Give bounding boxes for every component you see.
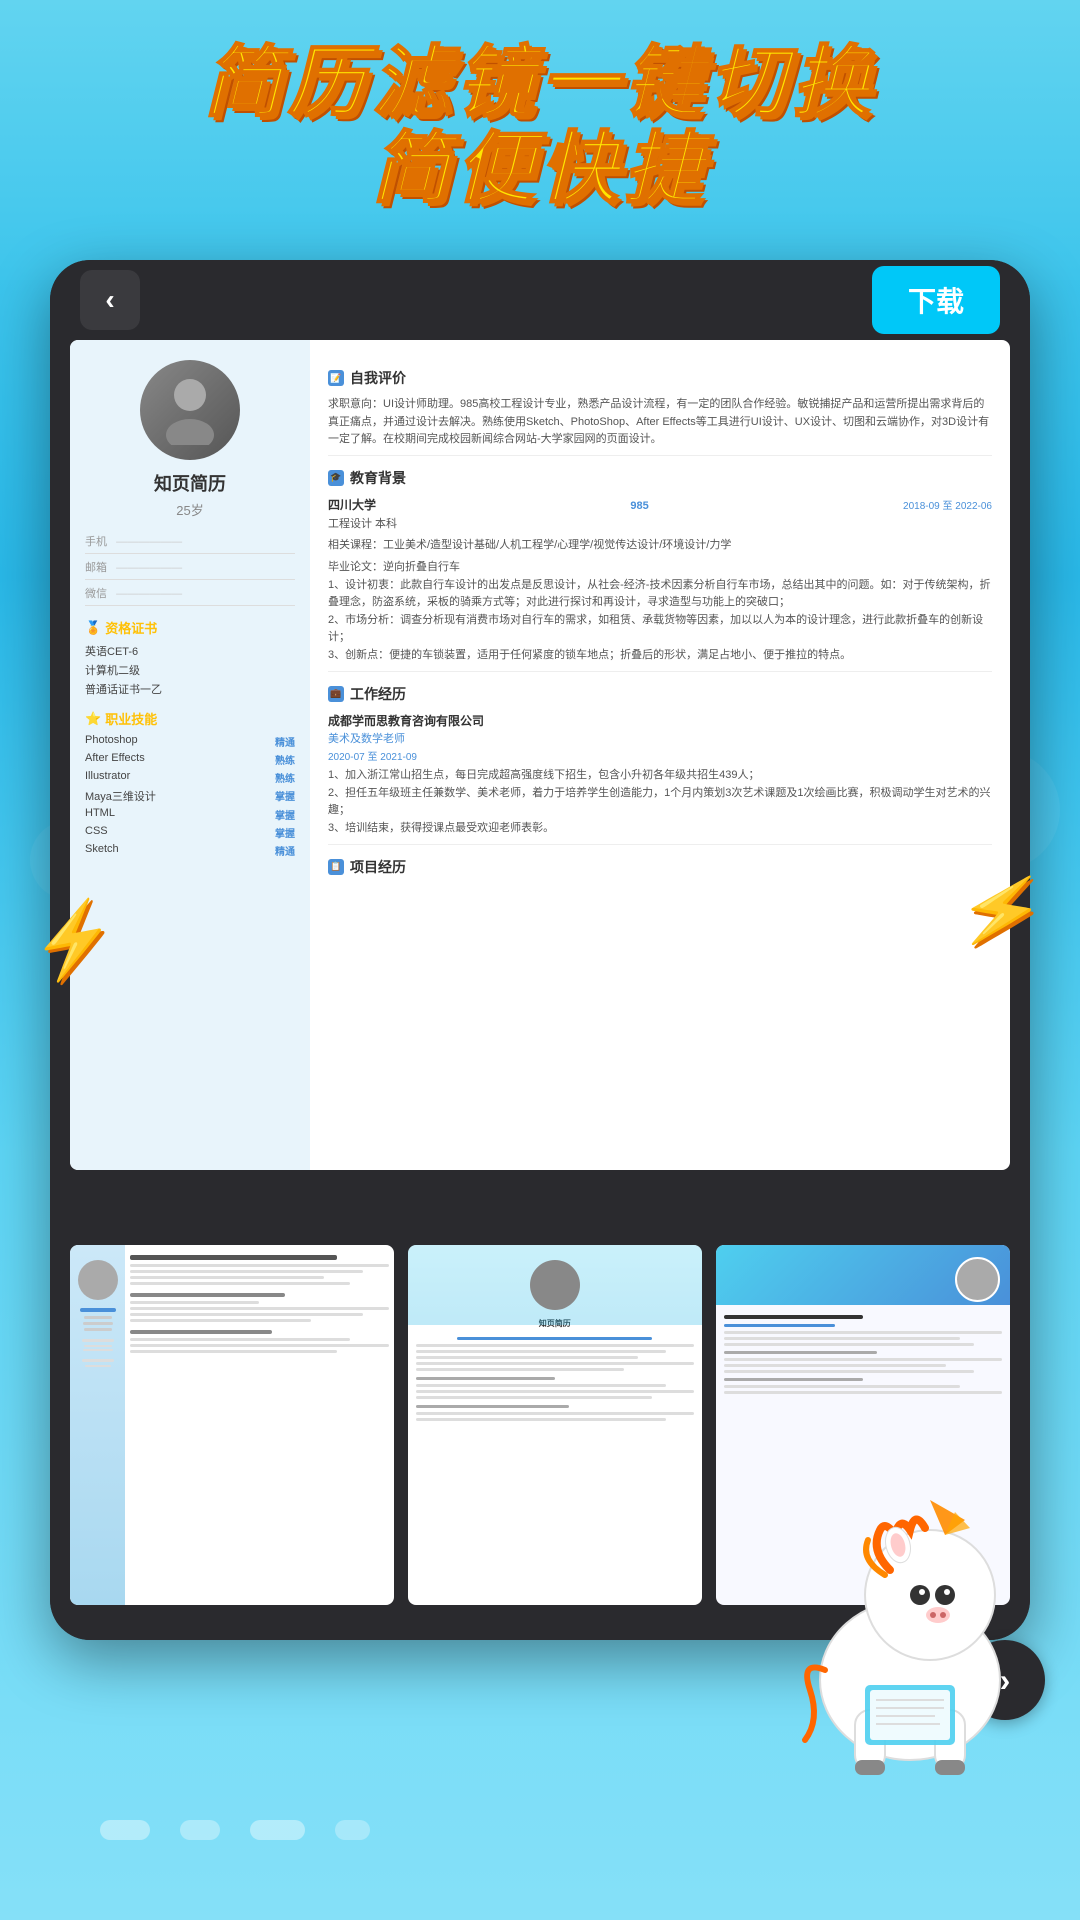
project-header: 📋 项目经历 bbox=[328, 857, 992, 877]
skills-title: ⭐ 职业技能 bbox=[85, 709, 295, 728]
work-header: 💼 工作经历 bbox=[328, 684, 992, 704]
contact-wechat: 微信 —————— bbox=[85, 585, 295, 606]
resume-name: 知页简历 bbox=[85, 470, 295, 496]
contact-email: 邮箱 —————— bbox=[85, 559, 295, 580]
edu-school-row: 四川大学 985 2018-09 至 2022-06 bbox=[328, 496, 992, 513]
bottom-dots bbox=[100, 1820, 370, 1840]
edu-date: 2018-09 至 2022-06 bbox=[903, 497, 992, 512]
thumb-1-content bbox=[130, 1255, 389, 1356]
skill-sketch: Sketch 精通 bbox=[85, 843, 295, 858]
thumb-2[interactable]: 知页简历 bbox=[408, 1245, 702, 1605]
header-area: 简历滤镜一键切换 简便快捷 bbox=[0, 40, 1080, 212]
skill-illustrator: Illustrator 熟练 bbox=[85, 770, 295, 785]
edu-icon: 🎓 bbox=[328, 470, 344, 486]
resume-age: 25岁 bbox=[85, 500, 295, 519]
degree: 工程设计 本科 bbox=[328, 516, 992, 534]
trophy-icon: 🏅 bbox=[85, 620, 101, 636]
thumb-1-sidebar bbox=[70, 1245, 125, 1605]
header-line2: 简便快捷 bbox=[0, 126, 1080, 212]
lightning-right: ⚡ bbox=[951, 863, 1051, 959]
cert-2: 计算机二级 bbox=[85, 662, 295, 678]
edu-title: 教育背景 bbox=[350, 468, 406, 488]
project-title: 项目经历 bbox=[350, 857, 406, 877]
company-name: 成都学而思教育咨询有限公司 bbox=[328, 712, 992, 729]
divider-1 bbox=[328, 455, 992, 456]
lightning-left: ⚡ bbox=[24, 893, 124, 989]
mascot-unicorn bbox=[770, 1440, 1050, 1790]
email-label: 邮箱 bbox=[85, 562, 107, 574]
work-point-2: 2、担任五年级班主任兼数学、美术老师，着力于培养学生创造能力，1个月内策划3次艺… bbox=[328, 785, 992, 820]
divider-3 bbox=[328, 844, 992, 845]
edu-header: 🎓 教育背景 bbox=[328, 468, 992, 488]
self-eval-header: 📝 自我评价 bbox=[328, 368, 992, 388]
thesis-point-2: 2、市场分析：调查分析现有消费市场对自行车的需求，如租赁、承载货物等因素，加以以… bbox=[328, 612, 992, 647]
device-topbar: ‹ 下载 bbox=[50, 260, 1030, 340]
skill-photoshop: Photoshop 精通 bbox=[85, 734, 295, 749]
work-icon: 💼 bbox=[328, 686, 344, 702]
cert-3: 普通话证书一乙 bbox=[85, 681, 295, 697]
self-eval-icon: 📝 bbox=[328, 370, 344, 386]
avatar bbox=[140, 360, 240, 460]
work-date: 2020-07 至 2021-09 bbox=[328, 748, 992, 763]
skill-html: HTML 掌握 bbox=[85, 807, 295, 822]
school-name: 四川大学 bbox=[328, 496, 376, 513]
project-icon: 📋 bbox=[328, 859, 344, 875]
thesis-point-1: 1、设计初衷：此款自行车设计的出发点是反思设计，从社会-经济-技术因素分析自行车… bbox=[328, 577, 992, 612]
certs-title: 🏅 资格证书 bbox=[85, 618, 295, 637]
thesis-point-3: 3、创新点：便捷的车锁装置，适用于任何紧度的锁车地点；折叠后的形状，满足占地小、… bbox=[328, 647, 992, 665]
work-point-1: 1、加入浙江常山招生点，每日完成超高强度线下招生，包含小升初各年级共招生439人… bbox=[328, 767, 992, 785]
position: 美术及数学老师 bbox=[328, 731, 992, 749]
self-eval-title: 自我评价 bbox=[350, 368, 406, 388]
star-icon: ⭐ bbox=[85, 711, 101, 727]
thesis-title: 毕业论文：逆向折叠自行车 bbox=[328, 559, 992, 577]
device-frame: ‹ 下载 知页简历 25岁 手机 —————— bbox=[50, 260, 1030, 1640]
self-eval-text: 求职意向：UI设计师助理。985高校工程设计专业，熟悉产品设计流程，有一定的团队… bbox=[328, 396, 992, 449]
phone-label: 手机 bbox=[85, 536, 107, 548]
resume-area: 知页简历 25岁 手机 —————— 邮箱 —————— 微信 —————— 🏅… bbox=[70, 340, 1010, 1170]
download-button[interactable]: 下载 bbox=[872, 266, 1000, 334]
gpa-badge: 985 bbox=[630, 500, 648, 512]
resume-left-sidebar: 知页简历 25岁 手机 —————— 邮箱 —————— 微信 —————— 🏅… bbox=[70, 340, 310, 1170]
work-point-3: 3、培训结束，获得授课点最受欢迎老师表彰。 bbox=[328, 820, 992, 838]
skill-css: CSS 掌握 bbox=[85, 825, 295, 840]
avatar-placeholder bbox=[140, 360, 240, 460]
courses: 相关课程：工业美术/造型设计基础/人机工程学/心理学/视觉传达设计/环境设计/力… bbox=[328, 537, 992, 555]
thumb-1[interactable] bbox=[70, 1245, 394, 1605]
resume-right-content: 📝 自我评价 求职意向：UI设计师助理。985高校工程设计专业，熟悉产品设计流程… bbox=[310, 340, 1010, 1170]
header-line1: 简历滤镜一键切换 bbox=[0, 40, 1080, 126]
wechat-label: 微信 bbox=[85, 588, 107, 600]
divider-2 bbox=[328, 671, 992, 672]
skill-maya: Maya三维设计 掌握 bbox=[85, 788, 295, 804]
back-button[interactable]: ‹ bbox=[80, 270, 140, 330]
back-icon: ‹ bbox=[105, 284, 114, 316]
skill-ae: After Effects 熟练 bbox=[85, 752, 295, 767]
work-title: 工作经历 bbox=[350, 684, 406, 704]
contact-phone: 手机 —————— bbox=[85, 533, 295, 554]
cert-1: 英语CET-6 bbox=[85, 643, 295, 659]
